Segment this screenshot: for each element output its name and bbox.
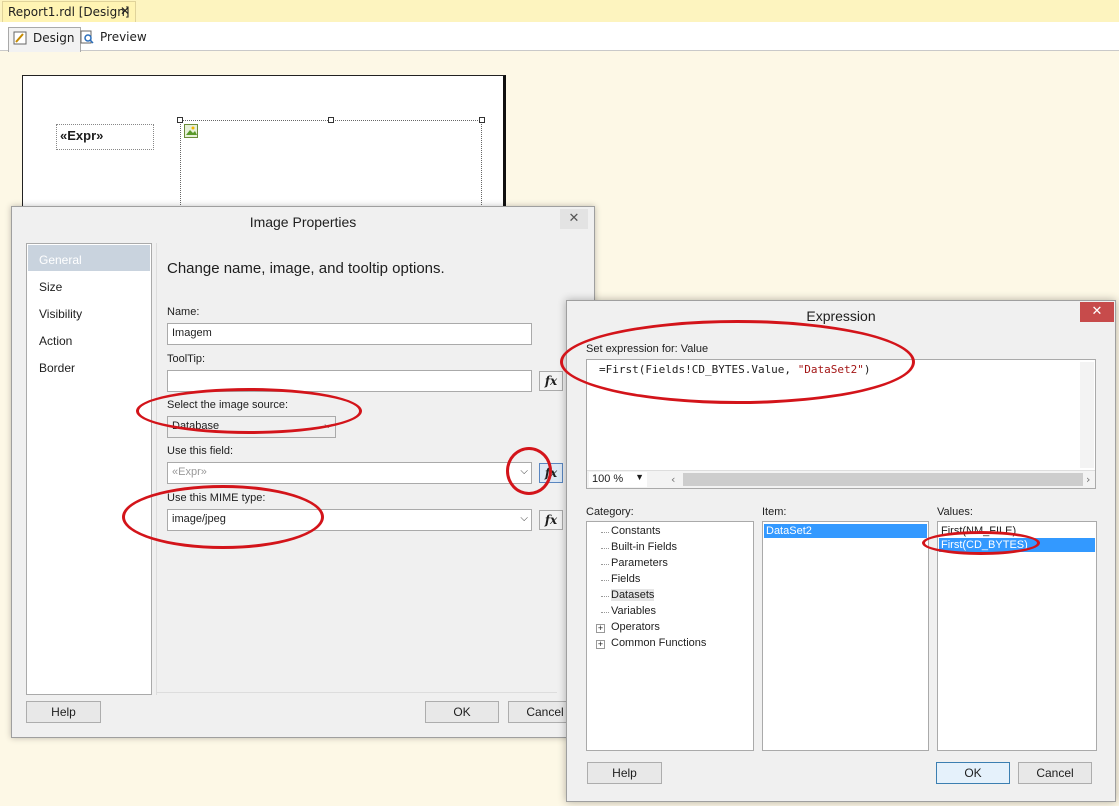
category-variables[interactable]: Variables [611,605,656,617]
chevron-down-icon: ⌵ [520,466,528,477]
category-common-functions[interactable]: Common Functions [611,637,706,649]
tree-line [601,548,609,550]
resize-handle[interactable] [328,117,334,123]
category-operators[interactable]: Operators [611,621,660,633]
zoom-value: 100 % [592,473,624,485]
field-label: Use this field: [167,445,234,457]
help-button[interactable]: Help [26,701,101,723]
chevron-down-icon: ⌵ [324,420,332,431]
properties-nav: General Size Visibility Action Border [26,243,152,695]
cancel-button[interactable]: Cancel [1018,762,1092,784]
tab-design[interactable]: Design [8,27,82,52]
category-parameters[interactable]: Parameters [611,557,668,569]
nav-item-visibility[interactable]: Visibility [28,299,150,325]
help-button[interactable]: Help [587,762,662,784]
category-constants[interactable]: Constants [611,525,661,537]
divider [157,692,557,693]
tree-line [601,564,609,566]
category-fields[interactable]: Fields [611,573,640,585]
document-tab-strip [0,0,1119,22]
page-description: Change name, image, and tooltip options. [167,260,445,277]
tab-design-label: Design [33,31,75,45]
category-datasets[interactable]: Datasets [611,589,655,601]
document-tab-title: Report1.rdl [Design] [8,5,130,19]
expand-icon[interactable]: + [596,624,605,633]
chevron-left-icon[interactable]: ‹ [671,473,675,486]
nav-item-general[interactable]: General [28,245,150,271]
tab-preview-label: Preview [100,30,147,44]
nav-item-action[interactable]: Action [28,326,150,352]
tree-line [601,580,609,582]
name-label: Name: [167,306,200,318]
mime-fx-button[interactable]: fx [539,510,563,530]
set-expression-label: Set expression for: Value [586,343,709,355]
tree-line [601,612,609,614]
expression-dialog: Expression ✕ Set expression for: Value =… [566,300,1116,802]
preview-icon [80,30,94,44]
nav-item-size[interactable]: Size [28,272,150,298]
tree-line [601,532,609,534]
image-icon [184,124,198,138]
mime-value: image/jpeg [172,513,226,525]
chevron-right-icon[interactable]: › [1086,473,1090,486]
expression-editor[interactable]: =First(Fields!CD_BYTES.Value, "DataSet2"… [586,359,1096,489]
resize-handle[interactable] [177,117,183,123]
resize-handle[interactable] [479,117,485,123]
ok-button[interactable]: OK [936,762,1010,784]
tab-preview[interactable]: Preview [76,27,153,51]
list-item[interactable]: First(NM_FILE) [939,524,1095,538]
mime-select[interactable]: image/jpeg ⌵ [167,509,532,531]
name-input[interactable]: Imagem [167,323,532,345]
image-properties-dialog: Image Properties ✕ General Size Visibili… [11,206,595,738]
editor-status-bar: 100 % ▼ ‹ › [587,470,1095,488]
expression-prefix: =First(Fields!CD_BYTES.Value, [599,363,798,376]
view-toolbar: Design Preview [0,22,1119,52]
list-item[interactable]: First(CD_BYTES) [939,538,1095,552]
field-fx-button[interactable]: fx [539,463,563,483]
category-built-in-fields[interactable]: Built-in Fields [611,541,677,553]
image-source-label: Select the image source: [167,399,289,411]
horizontal-scrollbar[interactable] [683,473,1083,486]
design-icon [13,31,27,45]
dialog-title: Image Properties [249,214,357,230]
values-list[interactable]: First(NM_FILE) First(CD_BYTES) [937,521,1097,751]
report-image-item[interactable] [180,120,482,215]
tooltip-label: ToolTip: [167,353,206,365]
close-icon[interactable]: ✕ [1080,302,1114,322]
expression-suffix: ) [863,363,871,376]
chevron-down-icon: ⌵ [520,513,528,524]
ok-button[interactable]: OK [425,701,499,723]
close-icon[interactable]: ✕ [560,209,588,229]
tooltip-input[interactable] [167,370,532,392]
mime-label: Use this MIME type: [167,492,266,504]
item-list[interactable]: DataSet2 [762,521,929,751]
tooltip-fx-button[interactable]: fx [539,371,563,391]
expression-string: "DataSet2" [797,363,864,376]
chevron-down-icon: ▼ [635,472,644,482]
nav-item-border[interactable]: Border [28,353,150,379]
category-label: Category: [586,506,634,518]
expression-text[interactable]: =First(Fields!CD_BYTES.Value, "DataSet2"… [599,363,871,376]
list-item[interactable]: DataSet2 [764,524,927,538]
divider [156,243,157,695]
vertical-scrollbar[interactable] [1080,362,1094,468]
field-value: «Expr» [172,466,207,478]
document-tab[interactable]: Report1.rdl [Design] ✕ [2,1,136,22]
dialog-title: Expression [806,308,876,324]
tree-line [601,596,609,598]
expand-icon[interactable]: + [596,640,605,649]
image-source-value: Database [172,420,220,432]
item-label: Item: [762,506,787,518]
report-textbox[interactable]: «Expr» [56,124,154,150]
image-source-select[interactable]: Database ⌵ [167,416,336,438]
zoom-select[interactable]: 100 % ▼ [589,472,647,487]
close-icon[interactable]: ✕ [120,4,130,18]
category-tree[interactable]: Constants Built-in Fields Parameters Fie… [586,521,754,751]
values-label: Values: [937,506,973,518]
field-select[interactable]: «Expr» ⌵ [167,462,532,484]
